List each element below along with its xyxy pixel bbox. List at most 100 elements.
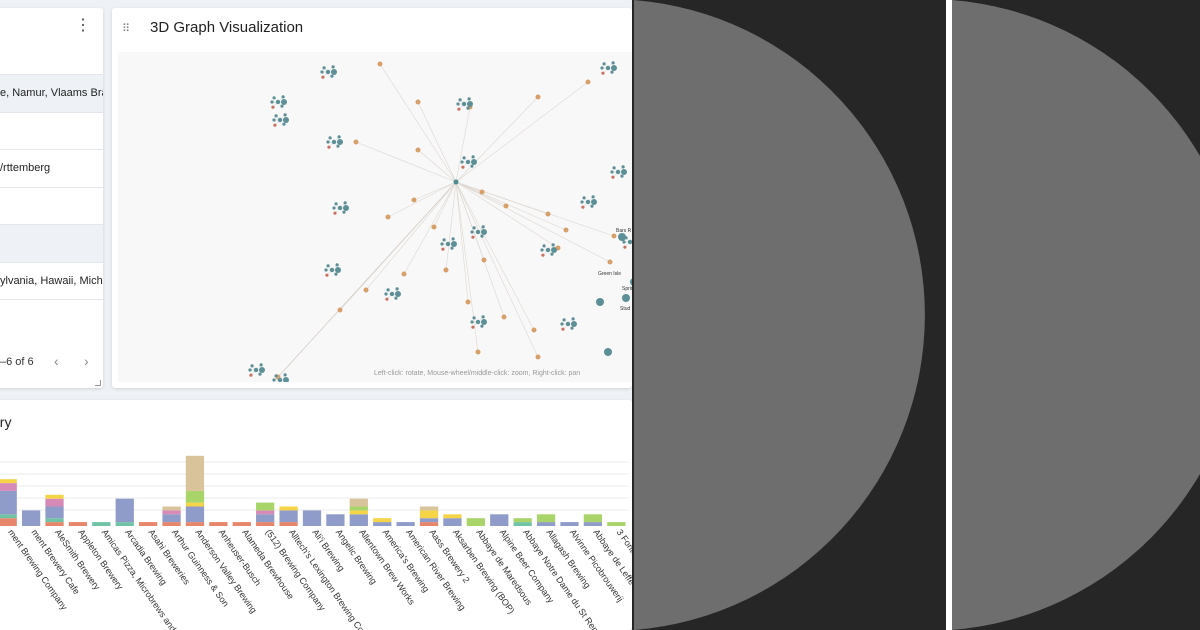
bar-segment[interactable] bbox=[279, 510, 298, 523]
bar-segment[interactable] bbox=[373, 518, 392, 523]
graph-node bbox=[623, 245, 627, 249]
graph-edge bbox=[455, 181, 479, 353]
bar-segment[interactable] bbox=[279, 506, 298, 511]
bar-segment[interactable] bbox=[21, 510, 41, 526]
graph-node bbox=[321, 75, 325, 79]
bar-segment[interactable] bbox=[115, 498, 134, 523]
bar-segment[interactable] bbox=[45, 522, 64, 526]
bar-segment[interactable] bbox=[162, 510, 181, 515]
table-row[interactable] bbox=[0, 186, 103, 225]
bar-segment[interactable] bbox=[419, 522, 439, 526]
graph-node bbox=[541, 253, 545, 257]
bar-segment[interactable] bbox=[396, 522, 415, 526]
graph-node bbox=[272, 118, 276, 122]
graph-node-label: Bars R bbox=[616, 228, 632, 234]
bar-segment[interactable] bbox=[0, 490, 17, 515]
bar-segment[interactable] bbox=[349, 506, 368, 511]
graph-node bbox=[331, 139, 337, 145]
bar-segment[interactable] bbox=[349, 498, 368, 507]
bar-segment[interactable] bbox=[490, 514, 509, 526]
table-row[interactable] bbox=[0, 111, 103, 150]
bar-segment[interactable] bbox=[536, 514, 556, 523]
graph-node bbox=[394, 296, 398, 300]
graph-node bbox=[615, 169, 621, 175]
graph-edge bbox=[455, 181, 611, 263]
table-row[interactable] bbox=[0, 299, 103, 337]
bar-segment[interactable] bbox=[232, 522, 251, 526]
graph-node bbox=[431, 224, 437, 230]
graph-node bbox=[461, 165, 465, 169]
graph-node bbox=[600, 66, 604, 70]
table-row[interactable] bbox=[0, 224, 103, 262]
bar-segment[interactable] bbox=[45, 506, 64, 519]
bar-segment[interactable] bbox=[185, 502, 205, 507]
table-row[interactable]: e, Namur, Vlaams Braba bbox=[0, 74, 103, 112]
bar-segment[interactable] bbox=[583, 514, 603, 523]
bar-segment[interactable] bbox=[45, 498, 64, 507]
table-row[interactable]: ylvania, Hawaii, Michiga bbox=[0, 261, 103, 300]
bar-segment[interactable] bbox=[45, 518, 64, 523]
bar-segment[interactable] bbox=[326, 514, 345, 526]
bar-segment[interactable] bbox=[209, 522, 228, 526]
chevron-left-icon[interactable]: ‹ bbox=[54, 353, 59, 369]
bar-segment[interactable] bbox=[513, 518, 532, 523]
bar-segment[interactable] bbox=[607, 522, 626, 526]
graph-node bbox=[467, 97, 471, 101]
right-half-disc bbox=[952, 0, 1200, 630]
bar-segment[interactable] bbox=[256, 502, 275, 511]
bar-segment[interactable] bbox=[185, 490, 205, 503]
graph-node bbox=[465, 159, 471, 165]
bar-segment[interactable] bbox=[536, 522, 556, 526]
bar-segment[interactable] bbox=[513, 522, 532, 526]
bar-segment[interactable] bbox=[560, 522, 579, 526]
bar-segment[interactable] bbox=[185, 522, 205, 526]
bar-segment[interactable] bbox=[583, 522, 603, 526]
bar-segment[interactable] bbox=[115, 522, 134, 526]
graph-node bbox=[481, 319, 487, 325]
graph-edge bbox=[403, 181, 457, 275]
bar-segment[interactable] bbox=[443, 514, 462, 519]
bar-segment[interactable] bbox=[302, 510, 322, 526]
bar-segment[interactable] bbox=[373, 522, 392, 526]
graph-edge bbox=[355, 141, 457, 183]
bar-segment[interactable] bbox=[162, 506, 181, 511]
bar-segment[interactable] bbox=[185, 455, 205, 491]
bar-segment[interactable] bbox=[443, 518, 462, 526]
bar-segment[interactable] bbox=[419, 506, 439, 511]
graph-node bbox=[331, 69, 337, 75]
chevron-right-icon[interactable]: › bbox=[84, 353, 89, 369]
bar-segment[interactable] bbox=[279, 522, 298, 526]
bar-segment[interactable] bbox=[45, 494, 64, 499]
graph-edge bbox=[455, 106, 471, 183]
graph-node bbox=[332, 206, 336, 210]
bar-segment[interactable] bbox=[162, 522, 181, 526]
bar-segment[interactable] bbox=[0, 479, 17, 484]
bar-segment[interactable] bbox=[256, 510, 275, 515]
bar-segment[interactable] bbox=[256, 522, 275, 526]
graph-node bbox=[461, 101, 467, 107]
drag-handle-icon[interactable]: ⠿ bbox=[122, 22, 130, 35]
graph-node bbox=[475, 319, 481, 325]
bar-segment[interactable] bbox=[92, 522, 111, 526]
bar-segment[interactable] bbox=[419, 518, 439, 523]
bar-segment[interactable] bbox=[466, 518, 485, 526]
table-row[interactable]: /rttemberg bbox=[0, 149, 103, 187]
bar-segment[interactable] bbox=[185, 506, 205, 523]
bar-segment[interactable] bbox=[349, 514, 368, 526]
bar-segment[interactable] bbox=[0, 518, 17, 526]
resize-handle[interactable] bbox=[95, 380, 101, 386]
bar-segment[interactable] bbox=[256, 514, 275, 523]
graph-node bbox=[324, 268, 328, 272]
bar-segment[interactable] bbox=[139, 522, 158, 526]
bar-segment[interactable] bbox=[419, 510, 439, 519]
bar-segment[interactable] bbox=[349, 510, 368, 515]
bar-segment[interactable] bbox=[68, 522, 88, 526]
bar-segment[interactable] bbox=[162, 514, 181, 523]
table-panel: ⋮ e, Namur, Vlaams Braba/rttemberg ylvani… bbox=[0, 8, 103, 388]
graph-node bbox=[283, 373, 287, 377]
bar-segment[interactable] bbox=[0, 483, 17, 491]
graph-canvas[interactable]: Bars R Green Isle Spring Stud bbox=[118, 52, 632, 387]
kebab-vertical-icon[interactable]: ⋮ bbox=[75, 18, 91, 34]
graph-node bbox=[337, 139, 343, 145]
bar-segment[interactable] bbox=[0, 514, 17, 519]
